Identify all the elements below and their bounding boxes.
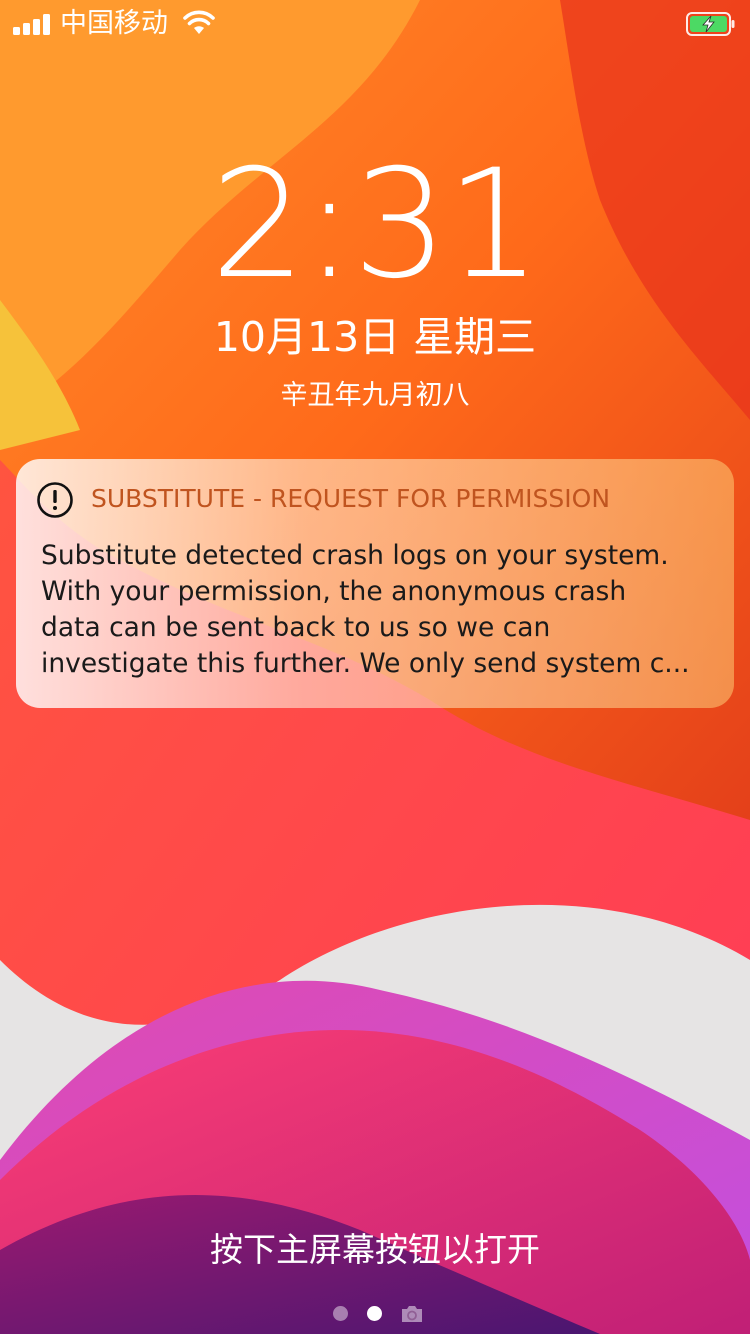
notification-body-line: With your permission, the anonymous cras… [41, 576, 627, 607]
cellular-signal-icon [13, 13, 51, 35]
page-dot-1[interactable] [333, 1306, 348, 1321]
alert-circle-icon [37, 482, 73, 518]
notification-banner[interactable]: SUBSTITUTE - REQUEST FOR PERMISSION Subs… [16, 459, 734, 708]
lock-screen-time: 2:31 [210, 138, 542, 312]
notification-header: SUBSTITUTE - REQUEST FOR PERMISSION [36, 479, 714, 519]
notification-title: SUBSTITUTE - REQUEST FOR PERMISSION [91, 484, 611, 513]
lock-screen-date: 10月13日 星期三 [213, 313, 537, 361]
camera-icon[interactable] [400, 1304, 424, 1324]
wifi-icon [183, 10, 215, 34]
status-bar: 中国移动 [0, 0, 750, 48]
page-indicator[interactable] [0, 1304, 750, 1324]
page-dot-2-active[interactable] [367, 1306, 382, 1321]
lunar-date: 辛丑年九月初八 [280, 380, 470, 411]
unlock-hint: 按下主屏幕按钮以打开 [210, 1230, 540, 1269]
notification-body-line: data can be sent back to us so we can [41, 612, 551, 643]
battery-charging-icon [686, 12, 735, 36]
carrier-name: 中国移动 [60, 8, 168, 39]
notification-body-line: investigate this further. We only send s… [41, 648, 690, 679]
notification-body: Substitute detected crash logs on your s… [41, 538, 711, 682]
notification-body-line: Substitute detected crash logs on your s… [41, 540, 669, 571]
